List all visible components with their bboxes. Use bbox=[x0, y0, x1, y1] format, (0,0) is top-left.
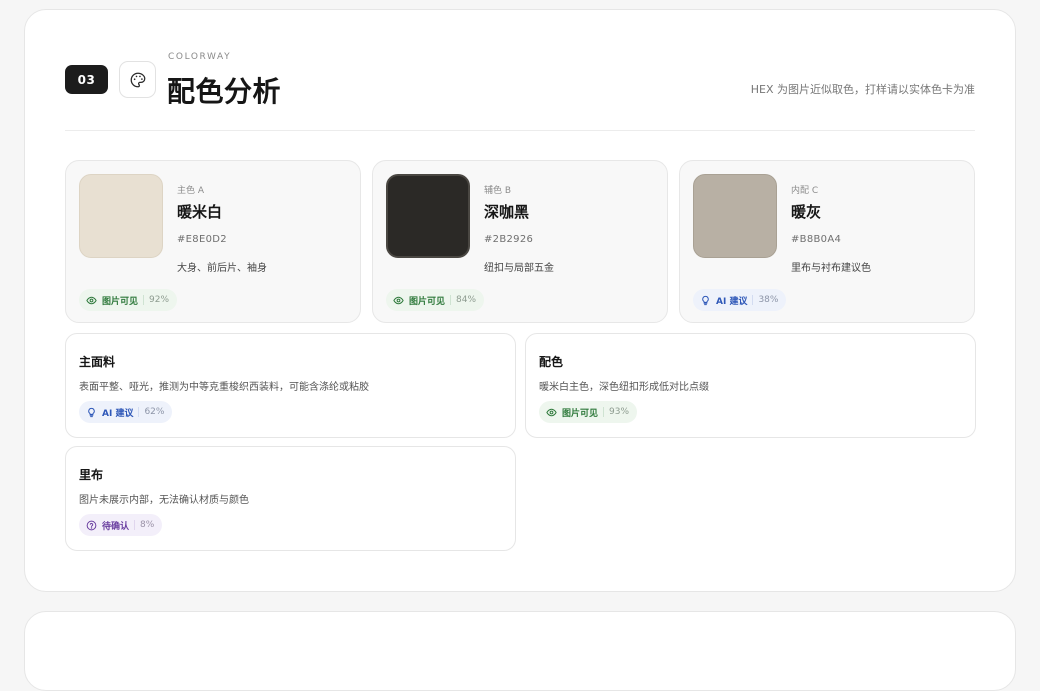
confidence-badge: 图片可见 93% bbox=[539, 401, 638, 423]
color-usage: 里布与衬布建议色 bbox=[791, 263, 871, 274]
color-hex: #E8E0D2 bbox=[177, 234, 227, 245]
color-role: 主色 A bbox=[177, 186, 205, 196]
section-header: 03 COLORWAY 配色分析 HEX 为图片近似取色，打样请以实体色卡为准 bbox=[65, 50, 975, 112]
lightbulb-icon bbox=[700, 295, 711, 306]
color-swatch bbox=[79, 174, 163, 258]
badge-percent: 93% bbox=[609, 407, 630, 417]
step-number-badge: 03 bbox=[65, 65, 108, 94]
palette-icon bbox=[119, 61, 156, 98]
color-role: 辅色 B bbox=[484, 186, 512, 196]
color-name: 深咖黑 bbox=[484, 203, 530, 221]
detail-description: 图片未展示内部，无法确认材质与颜色 bbox=[79, 495, 249, 506]
color-name: 暖灰 bbox=[791, 203, 822, 221]
detail-description: 表面平整、哑光，推测为中等克重梭织西装料，可能含涤纶或粘胶 bbox=[79, 382, 369, 393]
confidence-badge: 图片可见 92% bbox=[79, 289, 178, 311]
color-card-lining: 内配 C 暖灰 #B8B0A4 里布与衬布建议色 AI 建议 38% bbox=[679, 160, 975, 323]
badge-label: AI 建议 bbox=[102, 408, 134, 419]
eye-icon bbox=[86, 295, 97, 306]
color-hex: #B8B0A4 bbox=[791, 234, 842, 245]
color-card-primary: 主色 A 暖米白 #E8E0D2 大身、前后片、袖身 图片可见 92% bbox=[65, 160, 361, 323]
confidence-badge: 图片可见 84% bbox=[386, 289, 485, 311]
confidence-badge: AI 建议 62% bbox=[79, 401, 173, 423]
detail-title: 配色 bbox=[539, 355, 564, 369]
badge-percent: 84% bbox=[456, 295, 477, 305]
badge-percent: 8% bbox=[140, 520, 155, 530]
detail-card-main-fabric: 主面料 表面平整、哑光，推测为中等克重梭织西装料，可能含涤纶或粘胶 AI 建议 … bbox=[65, 333, 516, 438]
badge-label: 图片可见 bbox=[562, 408, 599, 419]
detail-title: 主面料 bbox=[79, 355, 116, 369]
lightbulb-icon bbox=[86, 407, 97, 418]
badge-percent: 38% bbox=[758, 295, 779, 305]
color-usage: 大身、前后片、袖身 bbox=[177, 263, 267, 274]
badge-label: 图片可见 bbox=[409, 296, 446, 307]
page-title: 配色分析 bbox=[167, 75, 282, 108]
detail-description: 暖米白主色，深色纽扣形成低对比点缀 bbox=[539, 382, 709, 393]
badge-label: 待确认 bbox=[102, 521, 130, 532]
color-swatch bbox=[693, 174, 777, 258]
detail-title: 里布 bbox=[79, 468, 104, 482]
hex-disclaimer: HEX 为图片近似取色，打样请以实体色卡为准 bbox=[750, 83, 975, 96]
badge-percent: 92% bbox=[149, 295, 170, 305]
color-usage: 纽扣与局部五金 bbox=[484, 263, 554, 274]
detail-card-colorway: 配色 暖米白主色，深色纽扣形成低对比点缀 图片可见 93% bbox=[525, 333, 976, 438]
confidence-badge: 待确认 8% bbox=[79, 514, 163, 536]
color-swatch bbox=[386, 174, 470, 258]
header-divider bbox=[65, 130, 975, 131]
eye-icon bbox=[393, 295, 404, 306]
next-section-panel bbox=[24, 611, 1016, 691]
badge-label: 图片可见 bbox=[102, 296, 139, 307]
question-circle-icon bbox=[86, 520, 97, 531]
colorway-panel: 03 COLORWAY 配色分析 HEX 为图片近似取色，打样请以实体色卡为准 … bbox=[24, 9, 1016, 592]
section-eyebrow: COLORWAY bbox=[168, 52, 232, 62]
badge-label: AI 建议 bbox=[716, 296, 748, 307]
color-hex: #2B2926 bbox=[484, 234, 534, 245]
eye-icon bbox=[546, 407, 557, 418]
color-name: 暖米白 bbox=[177, 203, 223, 221]
badge-percent: 62% bbox=[144, 407, 165, 417]
detail-card-lining: 里布 图片未展示内部，无法确认材质与颜色 待确认 8% bbox=[65, 446, 516, 551]
confidence-badge: AI 建议 38% bbox=[693, 289, 787, 311]
color-role: 内配 C bbox=[791, 186, 819, 196]
color-card-secondary: 辅色 B 深咖黑 #2B2926 纽扣与局部五金 图片可见 84% bbox=[372, 160, 668, 323]
